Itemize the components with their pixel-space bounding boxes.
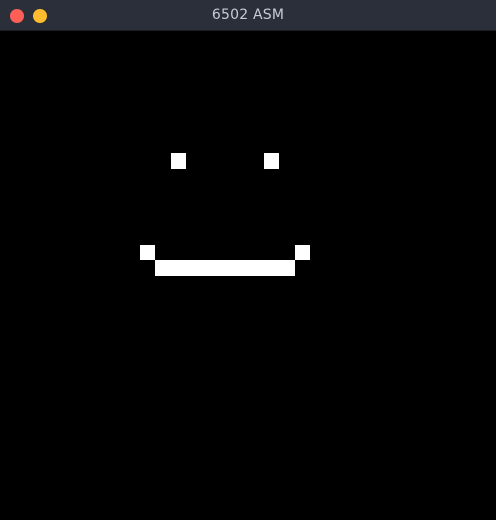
lit-pixel [201,260,217,276]
lit-pixel [294,244,310,261]
lit-pixel [263,260,279,276]
title-bar[interactable]: 6502 ASM [0,0,496,31]
lit-pixel [248,260,264,276]
lit-pixel [170,260,186,276]
app-window: 6502 ASM [0,0,496,520]
lit-pixel [170,153,186,169]
lit-pixel [217,260,233,276]
lit-pixel [155,260,171,276]
lit-pixel [232,260,248,276]
lit-pixel [263,153,279,169]
window-title: 6502 ASM [211,7,285,23]
lit-pixel [279,260,295,276]
lit-pixel [139,244,155,261]
display-screen [0,31,496,520]
lit-pixel [186,260,202,276]
